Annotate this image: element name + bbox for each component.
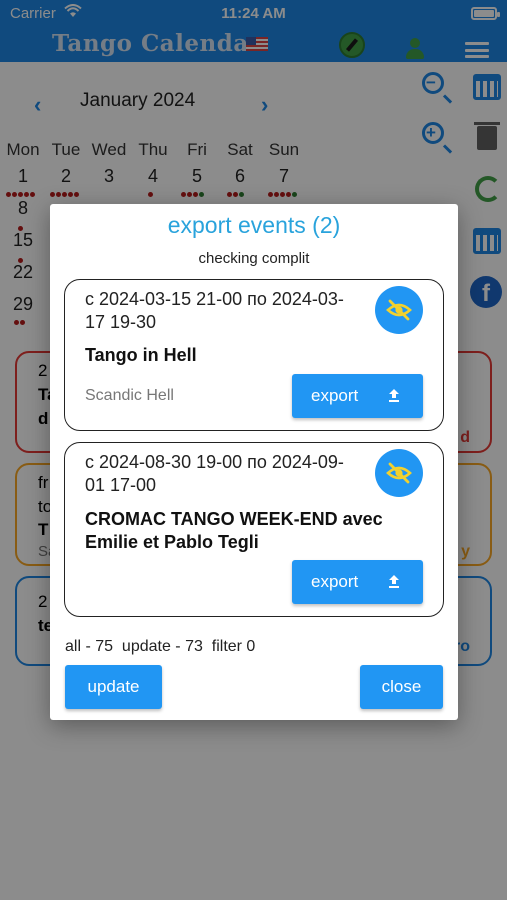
export-button-label: export (311, 386, 359, 405)
update-button[interactable]: update (65, 665, 162, 709)
close-button[interactable]: close (360, 665, 443, 709)
hide-event-button[interactable] (375, 449, 423, 497)
modal-scrim-top (0, 0, 507, 62)
export-event-card: с 2024-08-30 19-00 по 2024-09-01 17-00 C… (64, 442, 444, 617)
eye-off-icon (386, 462, 412, 484)
export-button-label: export (311, 572, 359, 591)
event-venue: Scandic Hell (85, 387, 174, 404)
dialog-subtitle: checking complit (198, 250, 310, 267)
hide-event-button[interactable] (375, 286, 423, 334)
export-button[interactable]: export (292, 560, 423, 604)
dialog-title: export events (2) (167, 212, 341, 238)
event-stats: all - 75 update - 73 filter 0 (65, 638, 256, 655)
event-dates: с 2024-08-30 19-00 по 2024-09-01 17-00 (85, 452, 344, 495)
event-name: CROMAC TANGO WEEK-END avec Emilie et Pab… (85, 509, 383, 552)
export-event-card: с 2024-03-15 21-00 по 2024-03-17 19-30 T… (64, 279, 444, 431)
export-events-dialog: export events (2) checking complit с 202… (50, 204, 458, 720)
export-button[interactable]: export (292, 374, 423, 418)
upload-icon (389, 575, 399, 588)
eye-off-icon (386, 299, 412, 321)
upload-icon (389, 389, 399, 402)
event-dates: с 2024-03-15 21-00 по 2024-03-17 19-30 (85, 289, 344, 332)
event-name: Tango in Hell (85, 345, 197, 365)
